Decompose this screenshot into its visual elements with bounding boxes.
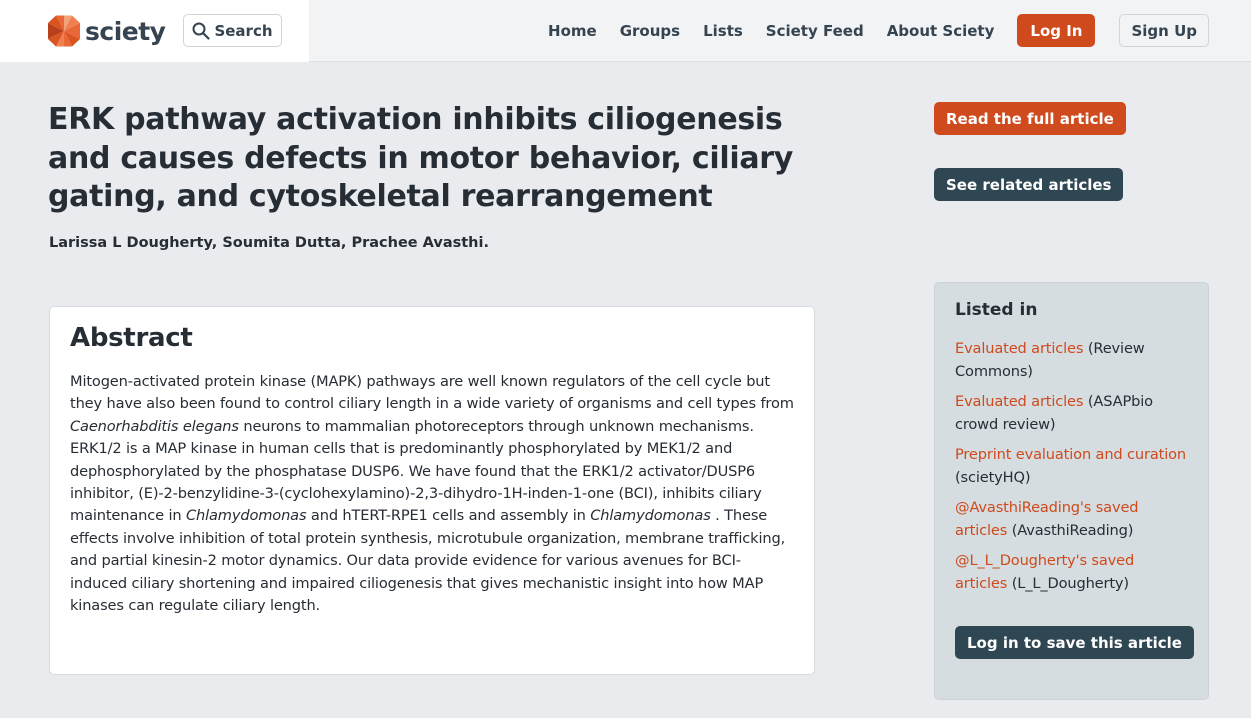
article-title: ERK pathway activation inhibits ciliogen…	[48, 102, 794, 214]
site-header: sciety Search Home Groups Lists Sciety F…	[0, 0, 1251, 62]
read-full-article-button[interactable]: Read the full article	[934, 102, 1126, 135]
nav-home[interactable]: Home	[548, 22, 597, 40]
search-button[interactable]: Search	[183, 14, 282, 47]
login-button[interactable]: Log In	[1017, 14, 1096, 47]
article-authors: Larissa L Dougherty, Soumita Dutta, Prac…	[49, 235, 489, 251]
login-to-save-button[interactable]: Log in to save this article	[955, 626, 1194, 659]
abstract-segment-italic: Chlamydomonas	[590, 507, 711, 525]
sciety-logo-icon	[48, 15, 80, 47]
list-item: Evaluated articles (ASAPbio crowd review…	[955, 391, 1188, 436]
listed-in-panel: Listed in Evaluated articles (Review Com…	[934, 282, 1209, 700]
abstract-segment: and hTERT-RPE1 cells and assembly in	[306, 507, 591, 525]
search-label: Search	[214, 21, 273, 40]
sciety-logo-link[interactable]: sciety	[48, 14, 166, 48]
abstract-segment: Mitogen-activated protein kinase (MAPK) …	[70, 373, 794, 413]
list-item: @AvasthiReading's saved articles (Avasth…	[955, 497, 1188, 542]
logo-text: sciety	[85, 16, 166, 46]
list-owner: (scietyHQ)	[955, 468, 1031, 486]
abstract-segment-italic: Caenorhabditis elegans	[70, 417, 239, 435]
header-brand-area: sciety Search	[0, 0, 309, 62]
abstract-card: Abstract Mitogen-activated protein kinas…	[49, 306, 815, 675]
abstract-body: Mitogen-activated protein kinase (MAPK) …	[70, 371, 794, 617]
nav-lists[interactable]: Lists	[703, 22, 743, 40]
nav-about-sciety[interactable]: About Sciety	[887, 22, 995, 40]
list-item: Preprint evaluation and curation (sciety…	[955, 444, 1188, 489]
listed-in-heading: Listed in	[955, 300, 1038, 320]
abstract-heading: Abstract	[70, 323, 193, 353]
list-owner: (L_L_Dougherty)	[1011, 574, 1129, 592]
signup-button[interactable]: Sign Up	[1119, 14, 1209, 47]
list-item: @L_L_Dougherty's saved articles (L_L_Dou…	[955, 550, 1188, 595]
list-link[interactable]: Evaluated articles	[955, 393, 1083, 410]
search-icon	[192, 22, 211, 40]
abstract-segment-italic: Chlamydomonas	[185, 507, 307, 525]
list-owner: (AvasthiReading)	[1011, 521, 1134, 539]
see-related-articles-button[interactable]: See related articles	[934, 168, 1124, 201]
nav-groups[interactable]: Groups	[620, 22, 680, 40]
list-link[interactable]: Evaluated articles	[955, 340, 1083, 357]
main-nav: Home Groups Lists Sciety Feed About Scie…	[548, 14, 1209, 47]
nav-sciety-feed[interactable]: Sciety Feed	[766, 22, 864, 40]
list-item: Evaluated articles (Review Commons)	[955, 338, 1188, 383]
list-link[interactable]: Preprint evaluation and curation	[955, 446, 1186, 463]
